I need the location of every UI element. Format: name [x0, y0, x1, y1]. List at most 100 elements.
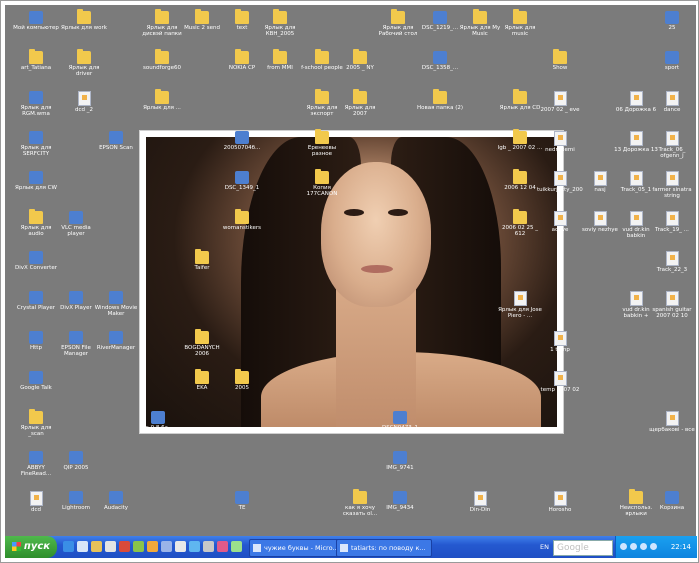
- desktop-quicklaunch-icon[interactable]: [77, 541, 88, 552]
- desktop-icon[interactable]: womanstikers: [219, 209, 265, 231]
- desktop: Мой компьютер Ярлык для work Ярлык для дис…: [5, 5, 696, 536]
- volume-icon[interactable]: [630, 543, 637, 550]
- desktop-icon[interactable]: Google Talk: [13, 371, 59, 391]
- desktop-icon[interactable]: Din-Din: [457, 491, 503, 513]
- desktop-icon[interactable]: щербакові - все: [649, 411, 695, 433]
- desktop-icon[interactable]: DSC_1358_...: [417, 51, 463, 71]
- desktop-icon[interactable]: Ярлык для SERFCITY: [13, 131, 59, 157]
- desktop-icon[interactable]: farmer sinatra string: [649, 171, 695, 199]
- desktop-icon[interactable]: RiverManager: [93, 331, 139, 351]
- browser-quicklaunch-icon[interactable]: [63, 541, 74, 552]
- application-icon: [235, 131, 249, 144]
- desktop-icon[interactable]: Taifer: [179, 249, 225, 271]
- taskbar-button-browser[interactable]: tatiarts: по поводу к...: [336, 539, 432, 557]
- desktop-icon-label: spanish guitar 2007 02 10: [652, 307, 692, 319]
- desktop-icon[interactable]: Ярлык для ...: [139, 89, 185, 111]
- desktop-icon[interactable]: Ярлык для Jose Piero - ...: [497, 291, 543, 319]
- desktop-icon[interactable]: Еренеевы разное: [299, 129, 345, 157]
- desktop-icon-label: temp 2007 02 15: [540, 387, 580, 399]
- desktop-icon[interactable]: Мой компьютер: [13, 11, 59, 31]
- desktop-icon[interactable]: Windows Movie Maker: [93, 291, 139, 317]
- desktop-icon[interactable]: DivX Converter: [13, 251, 59, 271]
- media-quicklaunch-icon[interactable]: [119, 541, 130, 552]
- antivirus-icon[interactable]: [640, 543, 647, 550]
- desktop-icon[interactable]: Ярлык для _scan: [13, 409, 59, 437]
- desktop-icon-label: QIP 2005: [63, 465, 89, 471]
- chat-quicklaunch-icon[interactable]: [133, 541, 144, 552]
- desktop-icon[interactable]: Track_22_3: [649, 251, 695, 273]
- desktop-icon[interactable]: dance: [649, 91, 695, 113]
- desktop-icon[interactable]: DSC_1349_1: [219, 171, 265, 191]
- desktop-icon[interactable]: Копия 177CANON: [299, 169, 345, 197]
- desktop-icon[interactable]: Новая папка (2): [417, 89, 463, 111]
- clock[interactable]: 22:14: [671, 543, 691, 551]
- desktop-icon[interactable]: Audacity: [93, 491, 139, 511]
- desktop-icon[interactable]: sport: [649, 51, 695, 71]
- desktop-icon[interactable]: Ярлык для КВН_2005: [257, 9, 303, 37]
- desktop-icon[interactable]: temp 2007 02 15: [537, 371, 583, 399]
- desktop-icon[interactable]: BOGDANYCH 2006: [179, 329, 225, 357]
- desktop-icon[interactable]: Ярлык для CW: [13, 171, 59, 191]
- google-search-box[interactable]: Google: [553, 540, 613, 556]
- desktop-icon[interactable]: art_Tatiana: [13, 49, 59, 71]
- desktop-icon-label: DSC_1358_...: [421, 65, 459, 71]
- desktop-icon[interactable]: TE: [219, 491, 265, 511]
- desktop-icon[interactable]: Horosho: [537, 491, 583, 513]
- desktop-icon[interactable]: 1 temp: [537, 331, 583, 353]
- tool-quicklaunch-icon[interactable]: [203, 541, 214, 552]
- paint-quicklaunch-icon[interactable]: [217, 541, 228, 552]
- player-quicklaunch-icon[interactable]: [147, 541, 158, 552]
- screenshot-frame: Мой компьютер Ярлык для work Ярлык для дис…: [0, 0, 699, 563]
- language-indicator[interactable]: EN: [540, 543, 549, 551]
- wallpaper-neck: [336, 287, 416, 427]
- desktop-icon[interactable]: Ярлык для 2007: [337, 89, 383, 117]
- document-quicklaunch-icon[interactable]: [175, 541, 186, 552]
- desktop-icon[interactable]: dcd _2: [61, 91, 107, 113]
- desktop-icon[interactable]: EPSON Scan: [93, 131, 139, 151]
- desktop-icon[interactable]: 2005 _ NY: [337, 49, 383, 71]
- desktop-icon[interactable]: Show: [537, 49, 583, 71]
- folder-icon: [29, 409, 43, 424]
- desktop-icon[interactable]: Ярлык для work: [61, 9, 107, 31]
- desktop-icon[interactable]: Ярлык для RGM.wma: [13, 91, 59, 117]
- desktop-icon[interactable]: DSCN0473_1: [377, 411, 423, 431]
- desktop-icon-label: DSCN0473_1: [382, 425, 418, 431]
- desktop-icon-label: щербакові - все: [649, 427, 695, 433]
- desktop-icon-label: 25: [668, 25, 676, 31]
- desktop-icon[interactable]: Ярлык для Рабочий стол: [375, 9, 421, 37]
- desktop-icon[interactable]: IMG_9434: [377, 491, 423, 511]
- desktop-icon[interactable]: from MMI: [257, 49, 303, 71]
- desktop-icon-label: Корзина: [659, 505, 685, 511]
- desktop-icon[interactable]: 2005: [219, 369, 265, 391]
- desktop-icon-label: Taifer: [194, 265, 210, 271]
- mail-quicklaunch-icon[interactable]: [189, 541, 200, 552]
- file-icon: [513, 291, 527, 306]
- desktop-icon[interactable]: Track_06_ ofgenn_j: [649, 131, 695, 159]
- desktop-icon[interactable]: nedredemi: [537, 131, 583, 153]
- desktop-icon[interactable]: Track_19_ ...: [649, 211, 695, 233]
- window-quicklaunch-icon[interactable]: [161, 541, 172, 552]
- folder-icon: [391, 9, 405, 24]
- desktop-icon[interactable]: IMG_9741: [377, 451, 423, 471]
- desktop-icon[interactable]: QIP 2005: [53, 451, 99, 471]
- desktop-icon[interactable]: vlc-0.8.6a-...: [135, 411, 181, 431]
- desktop-icon[interactable]: Корзина: [649, 491, 695, 511]
- desktop-icon[interactable]: Ярлык для driver: [61, 49, 107, 77]
- app-quicklaunch-icon[interactable]: [105, 541, 116, 552]
- desktop-icon[interactable]: soundforge60: [139, 49, 185, 71]
- desktop-icon[interactable]: 2007 02 _ eve: [537, 91, 583, 113]
- folder-quicklaunch-icon[interactable]: [91, 541, 102, 552]
- desktop-icon[interactable]: 25: [649, 11, 695, 31]
- network-icon[interactable]: [620, 543, 627, 550]
- task-label: чужие буквы - Micro...: [264, 544, 339, 552]
- file-icon: [553, 371, 567, 386]
- messenger-icon[interactable]: [650, 543, 657, 550]
- desktop-icon[interactable]: spanish guitar 2007 02 10: [649, 291, 695, 319]
- desktop-icon[interactable]: 20050704б...: [219, 131, 265, 151]
- desktop-icon[interactable]: VLC media player: [53, 211, 99, 237]
- application-icon: [109, 491, 123, 504]
- desktop-icon[interactable]: Ярлык для music: [497, 9, 543, 37]
- search-quicklaunch-icon[interactable]: [231, 541, 242, 552]
- start-button[interactable]: пуск: [5, 536, 57, 558]
- taskbar-button-word[interactable]: чужие буквы - Micro...: [249, 539, 345, 557]
